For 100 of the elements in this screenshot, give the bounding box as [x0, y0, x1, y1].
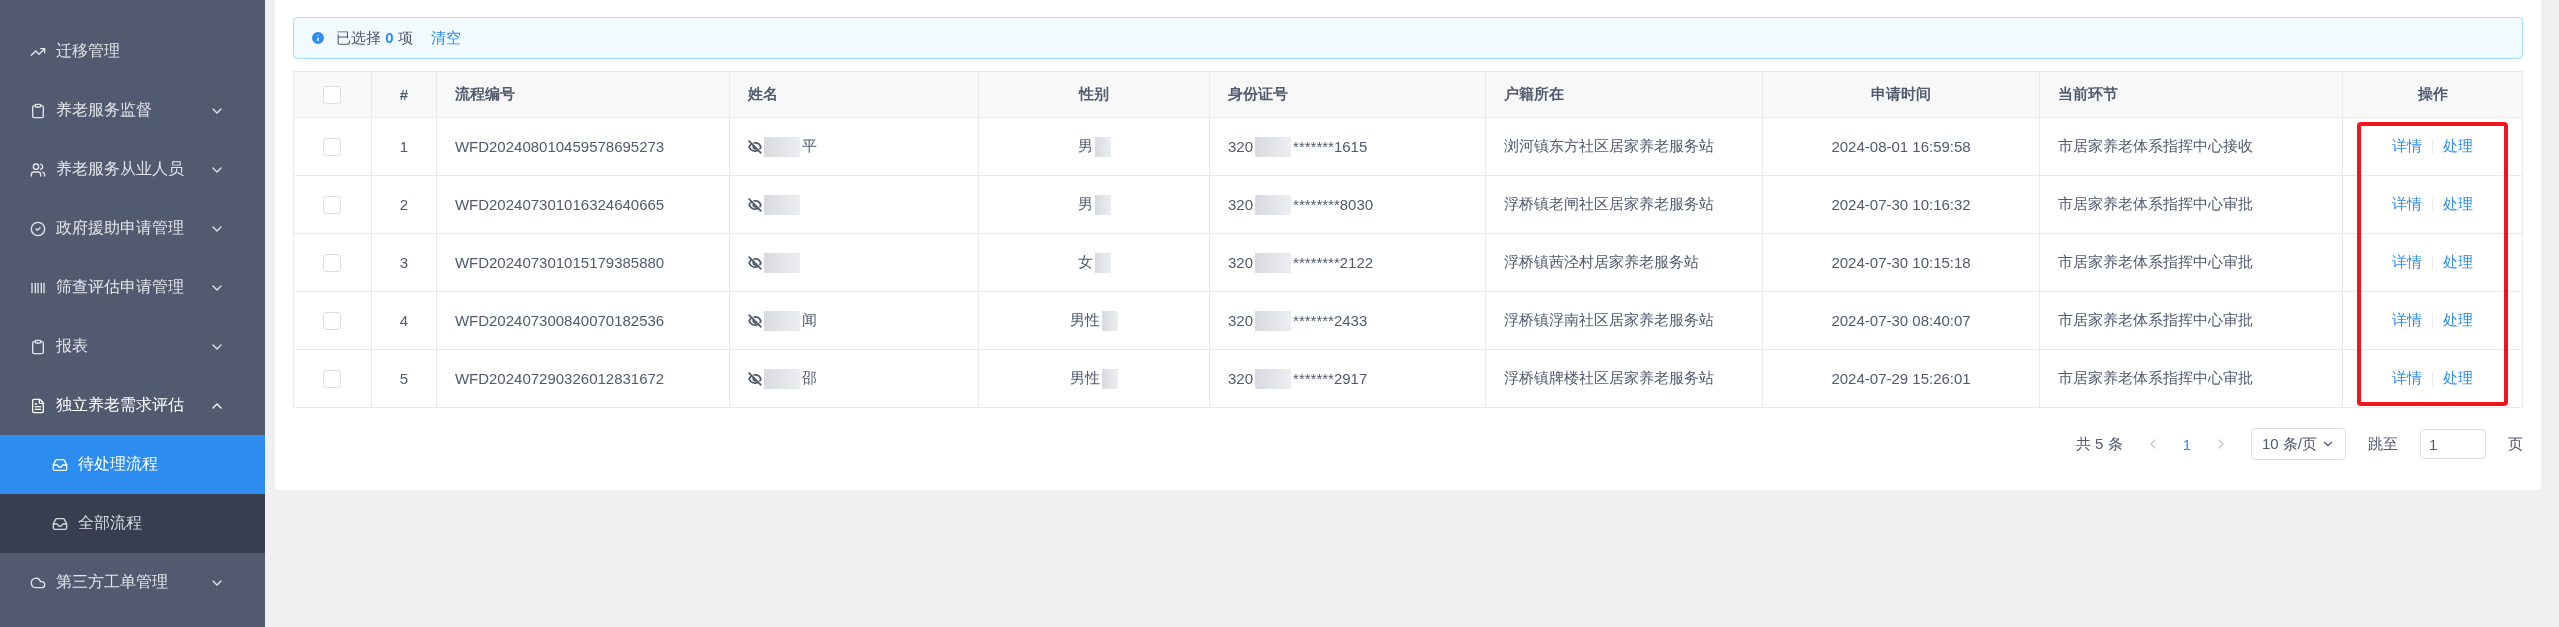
- eye-off-icon: [747, 197, 762, 212]
- blurred-text: [1255, 310, 1292, 331]
- blurred-text: [1255, 136, 1292, 157]
- id-number-text: 320: [1228, 196, 1254, 213]
- blurred-text: [763, 252, 800, 273]
- gender-text: 男性: [1070, 311, 1101, 330]
- table-cell: 浮桥镇浮南社区居家养老服务站: [1485, 291, 1763, 350]
- name-text: 平: [801, 137, 817, 156]
- table-cell: 浮桥镇茜泾村居家养老服务站: [1485, 233, 1763, 292]
- column-header: 姓名: [729, 71, 979, 118]
- menu-item[interactable]: 养老服务从业人员: [0, 140, 265, 199]
- table-cell: 市居家养老体系指挥中心审批: [2039, 291, 2343, 350]
- blurred-text: [1102, 310, 1119, 331]
- table-cell: 2024-07-30 10:15:18: [1762, 233, 2040, 292]
- select-all-checkbox[interactable]: [323, 86, 342, 104]
- id-number-text: ********8030: [1293, 196, 1374, 213]
- eye-off-icon: [747, 371, 762, 386]
- menu-item[interactable]: 报表: [0, 317, 265, 376]
- selection-count-text: 已选择 0 项: [336, 28, 413, 48]
- id-number-text: ********2122: [1293, 254, 1374, 271]
- column-header: 申请时间: [1762, 71, 2040, 118]
- column-header: #: [371, 71, 437, 118]
- action-link[interactable]: 详情: [2392, 253, 2423, 272]
- column-header: 流程编号: [436, 71, 730, 118]
- action-link[interactable]: 处理: [2443, 311, 2474, 330]
- table-cell: 2024-07-29 15:26:01: [1762, 349, 2040, 408]
- table-cell: WFD202407301015179385880: [436, 233, 730, 292]
- action-link[interactable]: 详情: [2392, 195, 2423, 214]
- clear-link[interactable]: 清空: [430, 28, 461, 48]
- id-number-text: 320: [1228, 312, 1254, 329]
- table-cell: 市居家养老体系指挥中心接收: [2039, 117, 2343, 176]
- column-header: 性别: [978, 71, 1210, 118]
- row-checkbox[interactable]: [323, 312, 342, 330]
- column-header: 户籍所在: [1485, 71, 1763, 118]
- eye-off-icon: [747, 255, 762, 270]
- row-checkbox[interactable]: [323, 370, 342, 388]
- blurred-text: [763, 194, 800, 215]
- total-count: 共 5 条: [2075, 434, 2123, 454]
- blurred-text: [763, 136, 800, 157]
- gender-text: 男性: [1070, 369, 1101, 388]
- table-cell: 浮桥镇牌楼社区居家养老服务站: [1485, 349, 1763, 408]
- action-link[interactable]: 处理: [2443, 253, 2474, 272]
- table-cell: 浏河镇东方社区居家养老服务站: [1485, 117, 1763, 176]
- id-number-text: *******1615: [1293, 138, 1368, 155]
- gender-text: 男: [1077, 195, 1093, 214]
- jump-label: 跳至: [2368, 434, 2398, 454]
- people-icon: [30, 161, 46, 178]
- inbox-icon: [52, 515, 68, 532]
- blurred-text: [1094, 136, 1111, 157]
- blurred-text: [1255, 252, 1292, 273]
- row-checkbox[interactable]: [323, 196, 342, 214]
- table-cell: 浮桥镇老闸社区居家养老服务站: [1485, 175, 1763, 234]
- menu-item[interactable]: 养老服务监督: [0, 81, 265, 140]
- id-number-text: *******2917: [1293, 370, 1368, 387]
- table-cell: 2024-07-30 08:40:07: [1762, 291, 2040, 350]
- page-input[interactable]: 1: [2420, 429, 2486, 459]
- table-cell: 市居家养老体系指挥中心审批: [2039, 349, 2343, 408]
- table-cell: 2: [371, 175, 437, 234]
- row-checkbox[interactable]: [323, 254, 342, 272]
- info-icon: [310, 30, 326, 46]
- id-number-text: 320: [1228, 138, 1254, 155]
- row-checkbox[interactable]: [323, 138, 342, 156]
- action-link[interactable]: 处理: [2443, 369, 2474, 388]
- blurred-text: [1255, 194, 1292, 215]
- id-number-text: *******2433: [1293, 312, 1368, 329]
- table-cell: WFD202407301016324640665: [436, 175, 730, 234]
- table-cell: 市居家养老体系指挥中心审批: [2039, 233, 2343, 292]
- menu-item[interactable]: 迁移管理: [0, 22, 265, 81]
- submenu-item[interactable]: 全部流程: [0, 494, 265, 553]
- blurred-text: [1102, 368, 1119, 389]
- action-link[interactable]: 详情: [2392, 369, 2423, 388]
- table-cell: 5: [371, 349, 437, 408]
- page-number[interactable]: 1: [2182, 435, 2191, 453]
- gender-text: 女: [1077, 253, 1093, 272]
- action-link[interactable]: 处理: [2443, 137, 2474, 156]
- name-text: 闻: [801, 311, 817, 330]
- menu-item[interactable]: 第三方工单管理: [0, 553, 265, 612]
- id-number-text: 320: [1228, 254, 1254, 271]
- inbox-icon: [52, 456, 68, 473]
- check-circle-icon: [30, 220, 46, 237]
- name-text: 邵: [801, 369, 817, 388]
- action-link[interactable]: 处理: [2443, 195, 2474, 214]
- menu-item[interactable]: 筛查评估申请管理: [0, 258, 265, 317]
- table-cell: WFD202408010459578695273: [436, 117, 730, 176]
- column-header: 当前环节: [2039, 71, 2343, 118]
- page-size-select[interactable]: 10 条/页: [2250, 428, 2346, 460]
- blurred-text: [1094, 194, 1111, 215]
- eye-off-icon: [747, 313, 762, 328]
- menu-item[interactable]: 独立养老需求评估: [0, 376, 265, 435]
- table-cell: 市居家养老体系指挥中心审批: [2039, 175, 2343, 234]
- table-cell: WFD202407290326012831672: [436, 349, 730, 408]
- action-link[interactable]: 详情: [2392, 137, 2423, 156]
- clipboard-icon: [30, 102, 46, 119]
- clipboard-icon: [30, 338, 46, 355]
- action-link[interactable]: 详情: [2392, 311, 2423, 330]
- menu-item[interactable]: 政府援助申请管理: [0, 199, 265, 258]
- gender-text: 男: [1077, 137, 1093, 156]
- submenu-item[interactable]: 待处理流程: [0, 435, 265, 494]
- column-header: 身份证号: [1209, 71, 1486, 118]
- blurred-text: [763, 310, 800, 331]
